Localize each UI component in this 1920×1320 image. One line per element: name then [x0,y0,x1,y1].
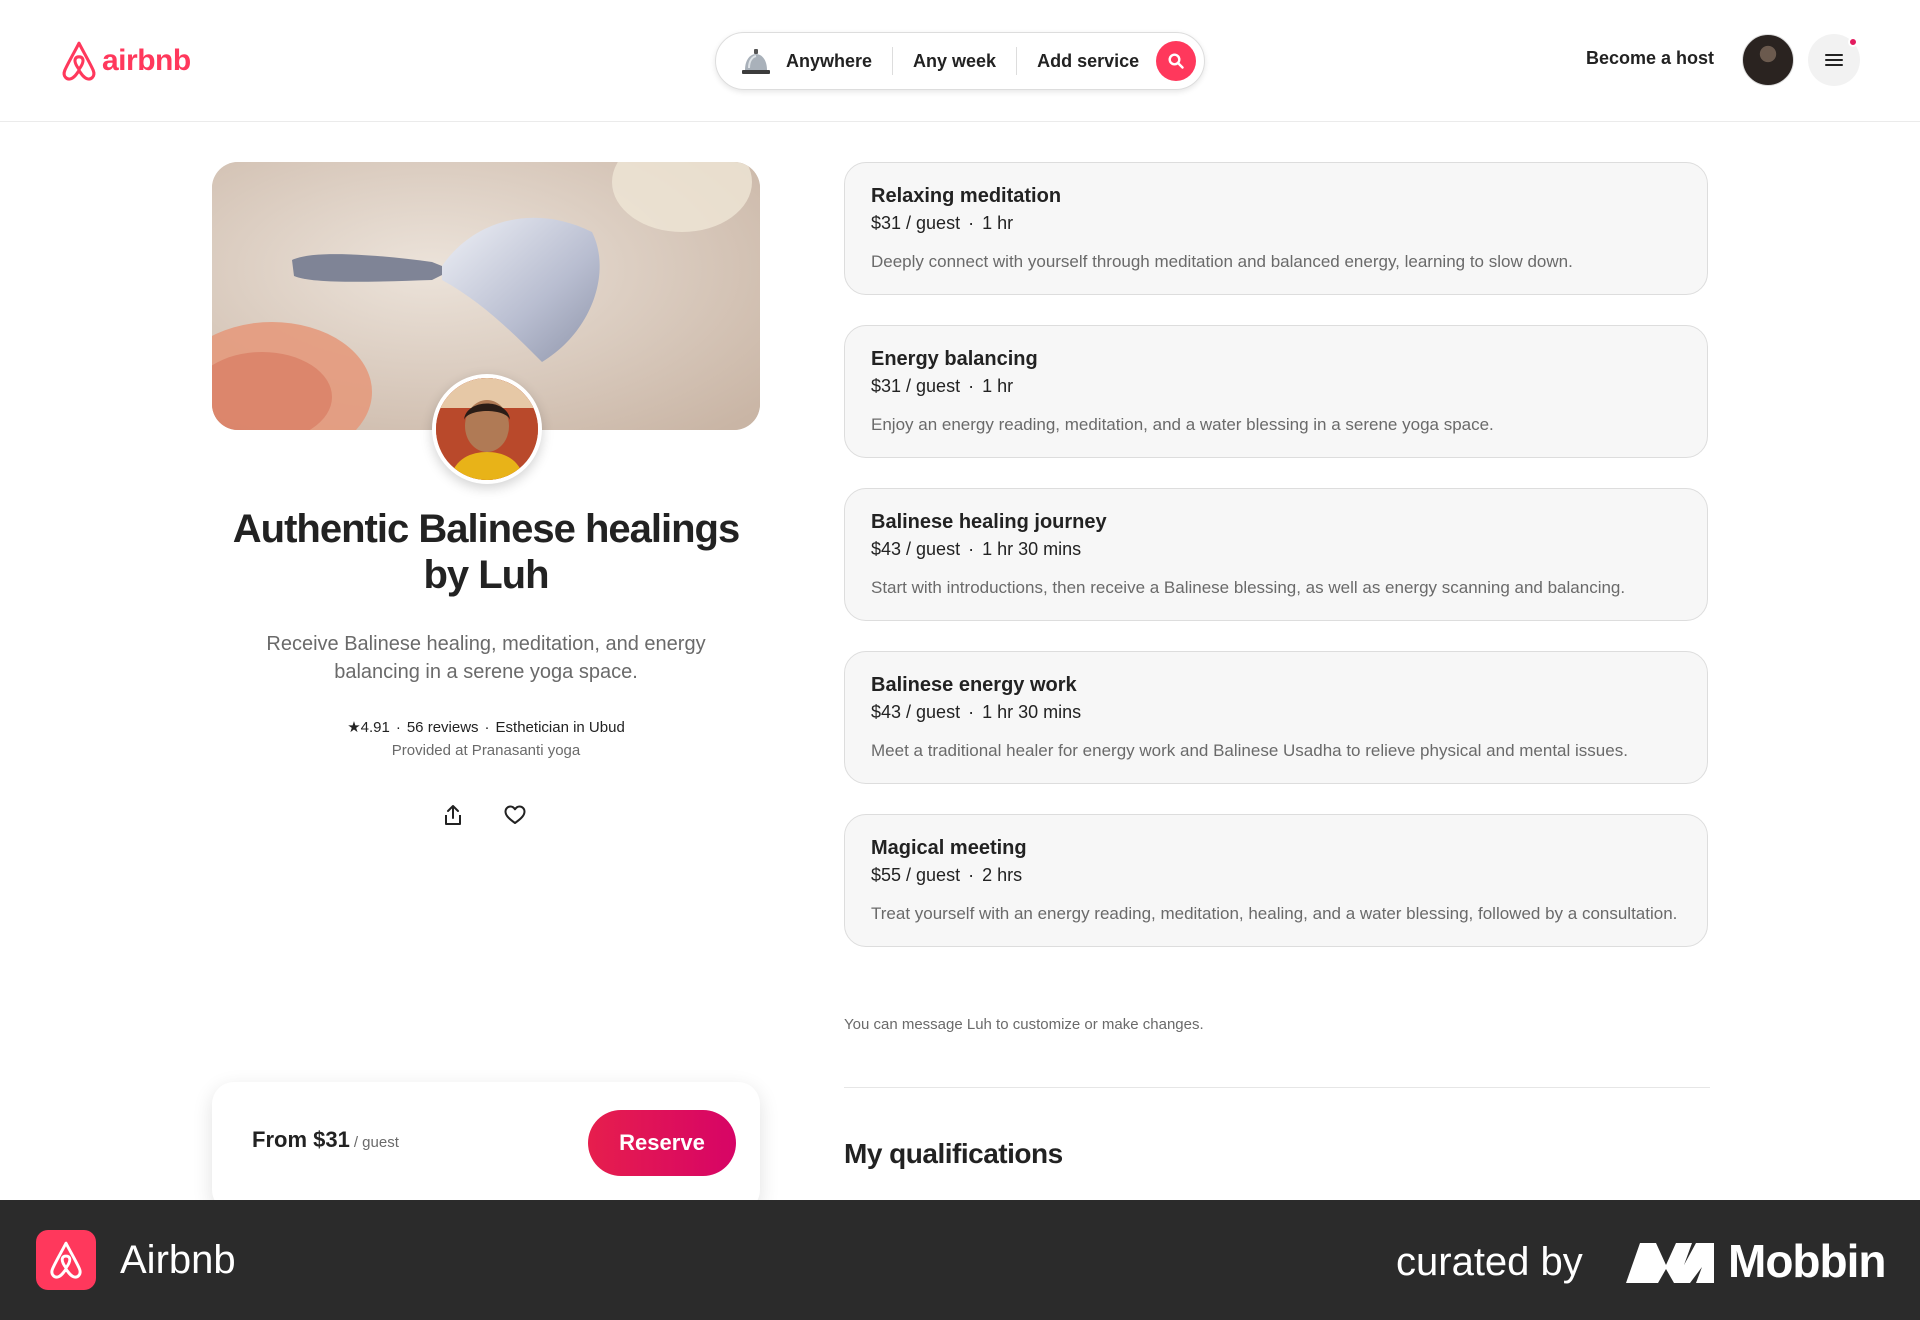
heart-icon [504,805,526,824]
listing-actions [440,802,528,828]
search-what[interactable]: Add service [1017,32,1159,90]
service-price: $31 / guest [871,376,961,396]
footer-band: Airbnb curated by Mobbin [0,1200,1920,1320]
service-duration: 2 hrs [982,865,1023,885]
save-button[interactable] [502,802,528,828]
search-icon [1168,53,1184,69]
meta-separator: · [484,719,490,736]
service-price-row: $31 / guest · 1 hr [871,374,1681,398]
notification-badge [1848,37,1858,47]
price-separator: · [968,865,975,885]
airbnb-app-badge [36,1230,96,1290]
price-separator: · [968,539,975,559]
service-card[interactable]: Balinese healing journey $43 / guest · 1 h… [844,488,1708,621]
service-description: Enjoy an energy reading, meditation, and… [871,415,1494,434]
airbnb-logo[interactable]: airbnb [60,40,191,82]
price-unit: / guest [353,1134,399,1151]
host-role: Esthetician in Ubud [495,719,625,736]
reserve-card: From $31/ guest Reserve [212,1082,760,1212]
rating-value: 4.91 [360,719,390,736]
service-name: Magical meeting [871,837,1027,859]
reviews-link[interactable]: 56 reviews [407,719,479,736]
service-name: Relaxing meditation [871,185,1062,207]
service-description: Meet a traditional healer for energy wor… [871,741,1628,760]
mobbin-logo: Mobbin [1626,1234,1886,1288]
service-price: $31 / guest [871,213,961,233]
service-card[interactable]: Magical meeting $55 / guest · 2 hrs Treat … [844,814,1708,947]
service-description: Treat yourself with an energy reading, m… [871,904,1678,923]
service-price-row: $55 / guest · 2 hrs [871,863,1681,887]
become-host-link[interactable]: Become a host [1586,48,1714,69]
footer-curated-by: curated by [1396,1240,1583,1284]
service-description: Start with introductions, then receive a… [871,578,1626,597]
search-where-label: Anywhere [786,50,873,71]
service-card[interactable]: Relaxing meditation $31 / guest · 1 hr Dee… [844,162,1708,295]
star-icon: ★ [347,719,361,736]
host-photo [436,378,538,480]
service-name: Balinese energy work [871,674,1077,696]
service-price-row: $43 / guest · 1 hr 30 mins [871,700,1681,724]
price-separator: · [968,376,975,396]
customize-note: You can message Luh to customize or make… [844,1016,1204,1033]
listing-meta: ★4.91 · 56 reviews · Esthetician in Ubud [212,718,760,736]
mobbin-logo-icon [1626,1243,1714,1283]
search-what-label: Add service [1037,50,1140,71]
service-description: Deeply connect with yourself through med… [871,252,1573,271]
service-price-row: $43 / guest · 1 hr 30 mins [871,537,1681,561]
search-bar[interactable]: Anywhere Any week Add service [715,32,1205,90]
search-button[interactable] [1156,41,1196,81]
service-duration: 1 hr [982,376,1014,396]
price-separator: · [968,213,975,233]
logo-wordmark: airbnb [102,44,191,77]
service-duration: 1 hr [982,213,1014,233]
share-icon [445,805,461,825]
listing-location: Provided at Pranasanti yoga [391,742,581,759]
user-avatar[interactable] [1742,34,1794,86]
search-where[interactable]: Anywhere [740,32,892,90]
share-button[interactable] [440,802,466,828]
service-name: Energy balancing [871,348,1038,370]
service-duration: 1 hr 30 mins [982,539,1082,559]
menu-icon [1825,54,1843,66]
reserve-price: From $31/ guest [252,1127,399,1153]
service-card[interactable]: Balinese energy work $43 / guest · 1 hr 30… [844,651,1708,784]
footer-app-name: Airbnb [120,1238,236,1282]
mobbin-wordmark: Mobbin [1728,1235,1886,1287]
service-price: $43 / guest [871,702,961,722]
qualifications-heading: My qualifications [844,1138,1063,1169]
listing-title: Authentic Balinese healings by Luh [232,507,740,597]
service-duration: 1 hr 30 mins [982,702,1082,722]
meta-separator: · [395,719,401,736]
section-divider [844,1087,1710,1088]
host-avatar[interactable] [432,374,542,484]
service-price-row: $31 / guest · 1 hr [871,211,1681,235]
price-separator: · [968,702,975,722]
reserve-button[interactable]: Reserve [588,1110,736,1176]
airbnb-logo-icon [62,41,96,81]
airbnb-logo-icon [50,1241,82,1279]
service-card[interactable]: Energy balancing $31 / guest · 1 hr Enjoy … [844,325,1708,458]
service-bell-icon [740,46,772,76]
top-nav: airbnb Anywhere Any week Add service Bec… [0,0,1920,122]
listing-subtitle: Receive Balinese healing, meditation, an… [266,633,706,683]
search-when-label: Any week [913,50,997,71]
service-price: $43 / guest [871,539,961,559]
price-from: From $31 [252,1127,350,1152]
service-name: Balinese healing journey [871,511,1107,533]
service-price: $55 / guest [871,865,961,885]
search-when[interactable]: Any week [893,32,1016,90]
